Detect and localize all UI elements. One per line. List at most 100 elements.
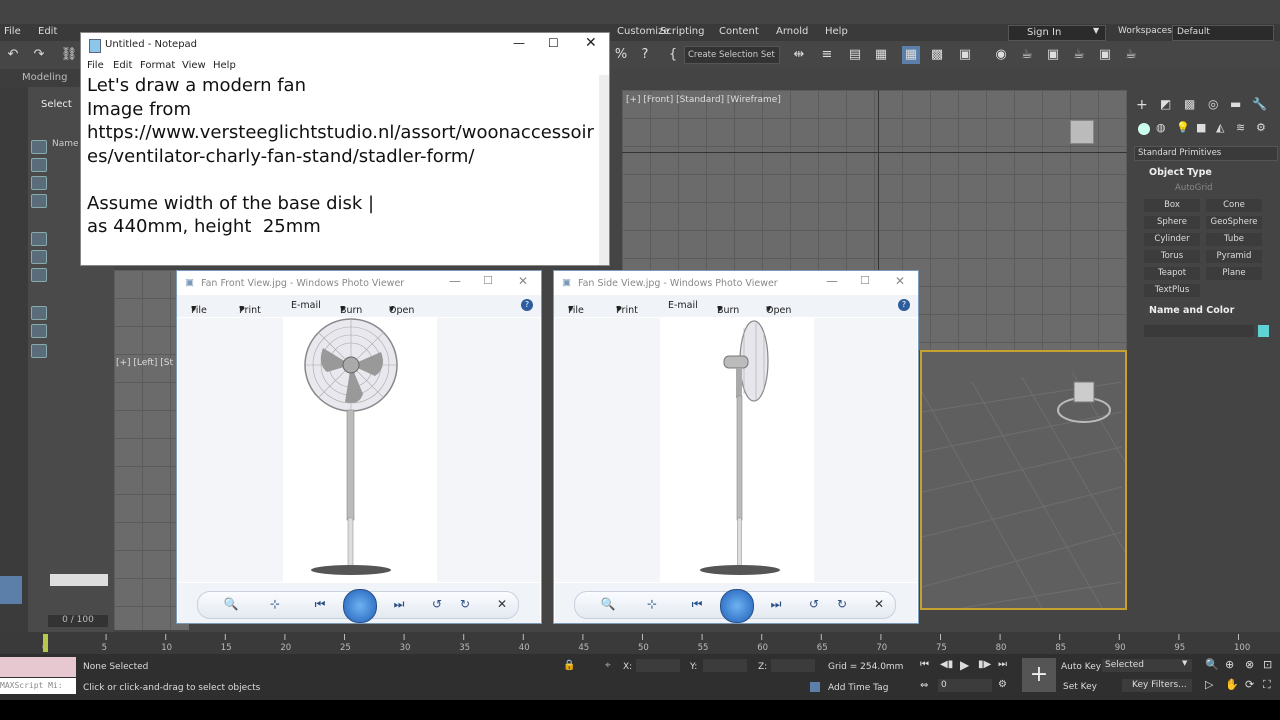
key-mode-icon[interactable]: ⇔ xyxy=(920,680,928,691)
help-icon[interactable]: ? xyxy=(898,299,910,311)
help-icon[interactable]: ? xyxy=(521,299,533,311)
rotate-ccw-icon[interactable]: ↺ xyxy=(427,596,447,612)
lights-category-icon[interactable]: 💡 xyxy=(1176,121,1190,134)
box-button[interactable]: Box xyxy=(1144,199,1200,212)
viewcube-perspective[interactable] xyxy=(1073,381,1095,403)
absolute-mode-icon[interactable]: ⌖ xyxy=(605,660,611,671)
viewport-left-label[interactable]: [+] [Left] [St xyxy=(116,358,173,368)
key-filters-button[interactable]: Key Filters... xyxy=(1122,679,1192,692)
delete-icon[interactable]: ✕ xyxy=(869,596,889,612)
redo-icon[interactable]: ↷ xyxy=(30,46,48,64)
cylinder-button[interactable]: Cylinder xyxy=(1144,233,1200,246)
current-frame-field[interactable]: 0 xyxy=(938,679,992,692)
selection-set-dropdown[interactable]: Create Selection Set xyxy=(684,46,780,64)
toggle-ribbon-icon[interactable]: ▦ xyxy=(872,46,890,64)
utilities-tab-icon[interactable]: 🔧 xyxy=(1252,97,1267,111)
notepad-menu-file[interactable]: File xyxy=(87,60,104,71)
align-icon[interactable]: ≡ xyxy=(818,46,836,64)
pv-front-titlebar[interactable]: ▣ Fan Front View.jpg - Windows Photo Vie… xyxy=(177,271,541,295)
geometry-category-icon[interactable] xyxy=(1138,123,1150,135)
lights-filter-icon[interactable] xyxy=(31,176,47,190)
notepad-menu-view[interactable]: View xyxy=(182,60,206,71)
sphere-button[interactable]: Sphere xyxy=(1144,216,1200,229)
undo-icon[interactable]: ↶ xyxy=(4,46,22,64)
menu-file[interactable]: File xyxy=(4,26,21,37)
tube-button[interactable]: Tube xyxy=(1206,233,1262,246)
actual-size-icon[interactable]: ⊹ xyxy=(642,596,662,612)
zoom-icon[interactable]: 🔍 xyxy=(1205,658,1219,671)
plane-button[interactable]: Plane xyxy=(1206,267,1262,280)
maximize-icon[interactable]: ☐ xyxy=(483,274,493,287)
containers-filter-icon[interactable] xyxy=(31,324,47,338)
edit-named-selection-icon[interactable]: { xyxy=(664,46,682,64)
play-icon[interactable]: ▶ xyxy=(960,658,969,672)
time-config-icon[interactable]: ⚙ xyxy=(998,679,1007,690)
autogrid-checkbox[interactable]: AutoGrid xyxy=(1175,183,1213,193)
sign-in-dropdown[interactable]: Sign In ▼ xyxy=(1008,25,1106,41)
minimize-icon[interactable]: — xyxy=(826,274,838,288)
menu-help[interactable]: Help xyxy=(825,26,848,37)
zoom-icon[interactable]: 🔍 xyxy=(598,596,618,612)
lock-selection-icon[interactable]: 🔒 xyxy=(563,660,575,671)
maximize-viewport-icon[interactable]: ⛶ xyxy=(1263,678,1271,692)
scene-select-tab[interactable]: Select xyxy=(41,99,72,110)
display-filter-icon[interactable] xyxy=(31,140,47,154)
next-icon[interactable]: ⏭ xyxy=(389,596,409,612)
menu-scripting[interactable]: Scripting xyxy=(660,26,704,37)
notepad-titlebar[interactable]: Untitled - Notepad — ☐ ✕ xyxy=(81,33,609,57)
systems-category-icon[interactable]: ⚙ xyxy=(1256,121,1266,134)
helpers-filter-icon[interactable] xyxy=(31,232,47,246)
display-tab-icon[interactable]: ▬ xyxy=(1230,97,1241,111)
pv-side-titlebar[interactable]: ▣ Fan Side View.jpg - Windows Photo View… xyxy=(554,271,918,295)
slideshow-button[interactable] xyxy=(343,589,377,623)
scene-explorer-icon[interactable]: ▦ xyxy=(902,46,920,64)
notepad-menu-format[interactable]: Format xyxy=(140,60,175,71)
motion-tab-icon[interactable]: ◎ xyxy=(1208,97,1218,111)
cameras-category-icon[interactable]: ■ xyxy=(1196,121,1206,134)
key-set-dropdown[interactable]: Selected ▼ xyxy=(1102,659,1192,672)
hierarchy-tab-icon[interactable]: ▩ xyxy=(1184,97,1195,111)
ribbon-tab-modeling[interactable]: Modeling xyxy=(22,72,68,83)
delete-icon[interactable]: ✕ xyxy=(492,596,512,612)
go-to-end-icon[interactable]: ⏭ xyxy=(998,659,1007,670)
rotate-ccw-icon[interactable]: ↺ xyxy=(804,596,824,612)
x-coord-field[interactable] xyxy=(636,659,680,672)
object-type-header[interactable]: Object Type xyxy=(1149,167,1212,178)
geometry-filter-icon[interactable] xyxy=(31,158,47,172)
xrefs-filter-icon[interactable] xyxy=(31,344,47,358)
maxscript-listener-pink[interactable] xyxy=(0,657,76,677)
go-to-start-icon[interactable]: ⏮ xyxy=(920,659,929,670)
spacewarps-filter-icon[interactable] xyxy=(31,250,47,264)
menu-content[interactable]: Content xyxy=(719,26,759,37)
previous-frame-icon[interactable]: ◀▮ xyxy=(940,659,953,670)
viewcube-front[interactable] xyxy=(1070,120,1094,144)
rotate-cw-icon[interactable]: ↻ xyxy=(455,596,475,612)
zoom-icon[interactable]: 🔍 xyxy=(221,596,241,612)
snap-percent-icon[interactable]: % xyxy=(612,46,630,64)
zoom-extents-icon[interactable]: ⊗ xyxy=(1245,658,1254,671)
y-coord-field[interactable] xyxy=(703,659,747,672)
minimize-icon[interactable]: — xyxy=(513,36,525,50)
primitives-dropdown[interactable]: Standard Primitives xyxy=(1134,146,1278,161)
groups-filter-icon[interactable] xyxy=(31,268,47,282)
cameras-filter-icon[interactable] xyxy=(31,194,47,208)
field-of-view-icon[interactable]: ▷ xyxy=(1205,678,1213,691)
pv-side-menu-email[interactable]: E-mail xyxy=(668,300,698,311)
maximize-icon[interactable]: ☐ xyxy=(860,274,870,287)
layer-explorer-icon[interactable]: ▤ xyxy=(846,46,864,64)
timeline[interactable]: 0510152025303540455055606570758085909510… xyxy=(0,632,1280,654)
notepad-scrollbar[interactable] xyxy=(599,75,609,265)
spinner-snap-icon[interactable]: ? xyxy=(636,46,654,64)
notepad-text-area[interactable]: Let's draw a modern fan Image from https… xyxy=(87,74,597,239)
render-production-icon[interactable]: ☕ xyxy=(1070,46,1088,64)
menu-edit[interactable]: Edit xyxy=(38,26,57,37)
viewport-perspective[interactable] xyxy=(920,350,1127,610)
pv-front-menu-email[interactable]: E-mail xyxy=(291,300,321,311)
link-icon[interactable]: ⛓ xyxy=(60,46,78,64)
modify-tab-icon[interactable]: ◩ xyxy=(1160,97,1171,111)
notepad-menu-edit[interactable]: Edit xyxy=(113,60,132,71)
curve-editor-icon[interactable]: ▩ xyxy=(928,46,946,64)
rendered-frame-icon[interactable]: ▣ xyxy=(1044,46,1062,64)
auto-key-button[interactable]: Auto Key xyxy=(1061,662,1101,672)
next-frame-icon[interactable]: ▮▶ xyxy=(978,659,991,670)
